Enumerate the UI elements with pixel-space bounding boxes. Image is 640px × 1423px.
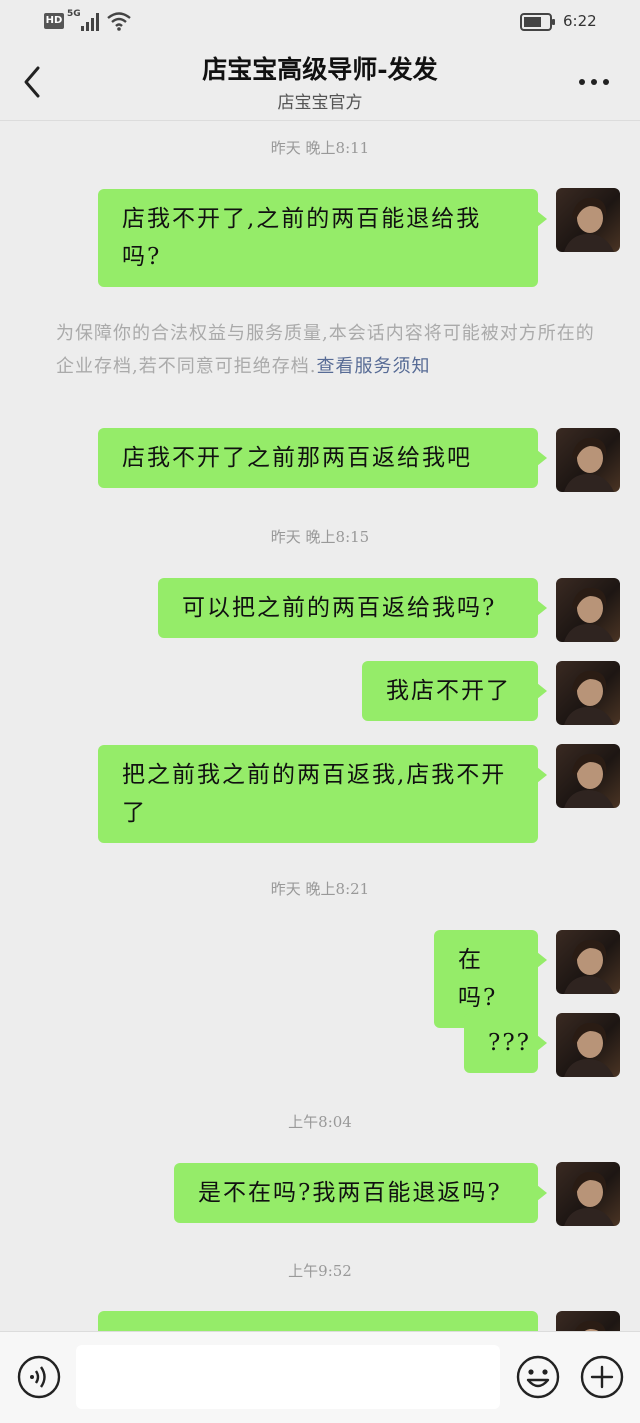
input-bar [0,1331,640,1423]
chat-header: 店宝宝高级导师-发发 店宝宝官方 [0,44,640,121]
message-bubble[interactable] [98,1311,538,1331]
message-time: 上午9:52 [288,1262,352,1280]
voice-icon[interactable] [16,1354,62,1400]
avatar[interactable] [556,1311,620,1331]
avatar[interactable] [556,578,620,642]
service-terms-link[interactable]: 查看服务须知 [316,356,430,377]
avatar[interactable] [556,744,620,808]
more-dots-icon[interactable] [574,70,614,94]
chat-subtitle: 店宝宝官方 [277,93,363,113]
message-input[interactable] [76,1345,500,1409]
emoji-icon[interactable] [515,1354,561,1400]
avatar[interactable] [556,1162,620,1226]
chat-area[interactable]: 昨天 晚上8:11 店我不开了,之前的两百能退给我吗? 为保障你的合法权益与服务… [0,121,640,1331]
message-time: 昨天 晚上8:21 [270,880,370,898]
status-bar: HD 5G 6:22 [0,0,640,44]
chevron-left-icon[interactable] [18,62,46,102]
plus-icon[interactable] [579,1354,625,1400]
message-bubble[interactable]: 我店不开了 [362,661,547,721]
hd-badge: HD [44,13,64,29]
message-bubble[interactable]: 是不在吗?我两百能退返吗? [174,1163,547,1223]
wifi-icon [107,12,131,31]
network-label: 5G [67,9,81,19]
status-time: 6:22 [563,12,597,30]
message-bubble[interactable]: 店我不开了,之前的两百能退给我吗? [98,189,547,287]
avatar[interactable] [556,661,620,725]
avatar[interactable] [556,428,620,492]
chat-title: 店宝宝高级导师-发发 [202,55,438,84]
avatar[interactable] [556,930,620,994]
archive-notice: 为保障你的合法权益与服务质量,本会话内容将可能被对方所在的企业存档,若不同意可拒… [56,317,596,383]
message-time: 昨天 晚上8:11 [270,139,370,157]
message-bubble[interactable]: 可以把之前的两百返给我吗? [158,578,547,638]
battery-icon [520,13,555,31]
message-bubble[interactable]: 店我不开了之前那两百返给我吧 [98,428,547,488]
message-time: 昨天 晚上8:15 [270,528,370,546]
message-time: 上午8:04 [288,1113,352,1131]
message-bubble[interactable]: 把之前我之前的两百返我,店我不开了 [98,745,547,843]
avatar[interactable] [556,1013,620,1077]
message-bubble[interactable]: ??? [464,1013,547,1073]
signal-icon [81,13,99,31]
avatar[interactable] [556,188,620,252]
